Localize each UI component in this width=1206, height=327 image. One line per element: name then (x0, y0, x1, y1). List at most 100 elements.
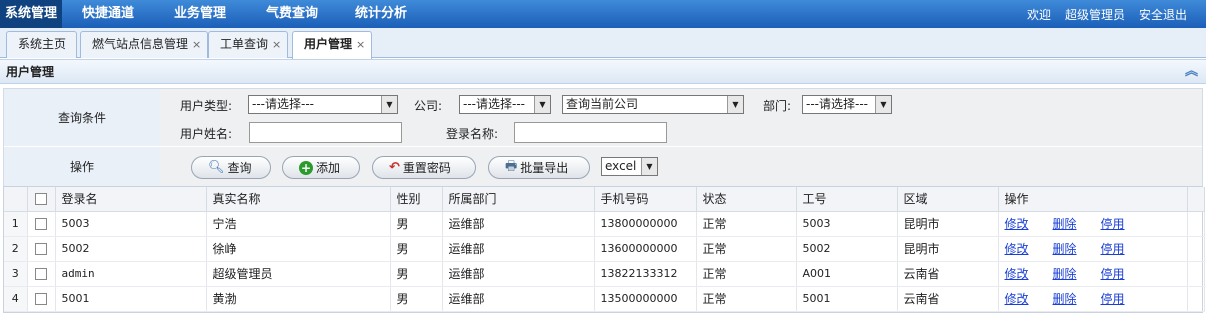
cell-real-name: 宁浩 (206, 211, 391, 237)
cell-actions: 修改 删除 停用 (998, 236, 1188, 262)
checkbox[interactable] (35, 243, 47, 255)
plus-icon: + (299, 160, 313, 175)
edit-link[interactable]: 修改 (1005, 292, 1029, 306)
cell-gender: 男 (390, 286, 443, 312)
column-header[interactable]: 所属部门 (442, 187, 595, 212)
operations-buttons: 🔍︎ 查询 + 添加 ↶ 重置密码 🖶︎ 批量导出 excel ▼ (160, 147, 1202, 186)
checkbox[interactable] (35, 268, 47, 280)
cell-status: 正常 (696, 286, 797, 312)
edit-link[interactable]: 修改 (1005, 267, 1029, 281)
cell-department: 运维部 (442, 261, 595, 287)
menu-statistics[interactable]: 统计分析 (338, 0, 424, 28)
add-button-label: 添加 (316, 161, 341, 175)
row-checkbox[interactable] (27, 211, 56, 237)
edit-link[interactable]: 修改 (1005, 217, 1029, 231)
user-name-input[interactable] (249, 122, 402, 143)
tab-label: 用户管理 (304, 37, 353, 51)
scrollbar-spacer (1187, 261, 1205, 287)
query-form: 查询条件 用户类型: ---请选择--- ▼ 公司: ---请选择--- ▼ 查… (3, 88, 1203, 187)
logout-link[interactable]: 安全退出 (1139, 6, 1187, 23)
column-header[interactable]: 手机号码 (594, 187, 697, 212)
tab-gas-station-info[interactable]: 燃气站点信息管理 × (80, 31, 209, 58)
checkbox[interactable] (35, 293, 47, 305)
query-button-label: 查询 (227, 161, 252, 175)
cell-status: 正常 (696, 261, 797, 287)
menu-shortcuts[interactable]: 快捷通道 (62, 0, 154, 28)
user-type-label: 用户类型: (180, 99, 233, 113)
batch-export-button[interactable]: 🖶︎ 批量导出 (488, 156, 590, 179)
tab-user-management[interactable]: 用户管理 × (292, 31, 373, 59)
tab-label: 燃气站点信息管理 (92, 37, 189, 51)
disable-link[interactable]: 停用 (1101, 242, 1125, 256)
login-name-label: 登录名称: (446, 127, 499, 141)
cell-department: 运维部 (442, 286, 595, 312)
column-header: 操作 (998, 187, 1188, 212)
menu-gas-fee-query[interactable]: 气费查询 (246, 0, 338, 28)
column-header[interactable]: 工号 (796, 187, 898, 212)
cell-real-name: 黄渤 (206, 286, 391, 312)
table-body: 1 5003 宁浩男运维部 13800000000 正常 5003 昆明市 修改 删除 停用 2 50… (4, 211, 1205, 312)
delete-link[interactable]: 删除 (1053, 267, 1077, 281)
checkbox[interactable] (35, 218, 47, 230)
table-row[interactable]: 2 5002 徐峥男运维部 13600000000 正常 5002 昆明市 修改 删除 停用 (4, 236, 1205, 262)
department-select[interactable]: ---请选择--- ▼ (802, 95, 892, 114)
cell-status: 正常 (696, 236, 797, 262)
delete-link[interactable]: 删除 (1053, 292, 1077, 306)
magnifier-icon: 🔍︎ (208, 160, 225, 175)
row-checkbox[interactable] (27, 236, 56, 262)
cell-area: 昆明市 (897, 236, 999, 262)
disable-link[interactable]: 停用 (1101, 292, 1125, 306)
company-value: ---请选择--- (463, 97, 525, 111)
scrollbar-spacer (1187, 236, 1205, 262)
column-header[interactable]: 状态 (696, 187, 797, 212)
welcome-text: 欢迎 (1026, 7, 1051, 22)
column-header[interactable]: 真实名称 (206, 187, 391, 212)
row-number: 4 (4, 286, 28, 312)
operations-label: 操作 (4, 147, 160, 186)
panel-title: 用户管理 (6, 65, 55, 79)
cell-status: 正常 (696, 211, 797, 237)
add-button[interactable]: + 添加 (282, 156, 360, 179)
company-label: 公司: (414, 99, 443, 113)
table-row[interactable]: 1 5003 宁浩男运维部 13800000000 正常 5003 昆明市 修改 删除 停用 (4, 211, 1205, 237)
table-row[interactable]: 3 admin 超级管理员男运维部 13822133312 正常 A001 云南省 修改 删除 停… (4, 261, 1205, 287)
tab-home[interactable]: 系统主页 (6, 31, 78, 58)
checkbox[interactable] (35, 193, 47, 206)
scrollbar-spacer (1187, 187, 1205, 212)
menu-business-management[interactable]: 业务管理 (154, 0, 246, 28)
cell-employee-no: 5002 (796, 236, 898, 262)
delete-link[interactable]: 删除 (1053, 217, 1077, 231)
company-scope-select[interactable]: 查询当前公司 ▼ (562, 95, 744, 114)
cell-phone: 13822133312 (594, 261, 697, 287)
export-format-select[interactable]: excel ▼ (601, 157, 658, 176)
close-icon[interactable]: × (272, 38, 281, 51)
edit-link[interactable]: 修改 (1005, 242, 1029, 256)
row-checkbox[interactable] (27, 261, 56, 287)
column-header[interactable]: 性别 (390, 187, 443, 212)
close-icon[interactable]: × (192, 38, 201, 51)
user-type-select[interactable]: ---请选择--- ▼ (248, 95, 398, 114)
disable-link[interactable]: 停用 (1101, 217, 1125, 231)
delete-link[interactable]: 删除 (1053, 242, 1077, 256)
column-header[interactable]: 登录名 (55, 187, 207, 212)
cell-gender: 男 (390, 236, 443, 262)
tab-work-order-query[interactable]: 工单查询 × (208, 31, 289, 58)
menu-system-management[interactable]: 系统管理 (0, 0, 62, 28)
select-all-checkbox[interactable] (27, 187, 56, 212)
reset-password-button[interactable]: ↶ 重置密码 (372, 156, 476, 179)
table-row[interactable]: 4 5001 黄渤男运维部 13500000000 正常 5001 云南省 修改 删除 停用 (4, 286, 1205, 312)
login-name-input[interactable] (514, 122, 667, 143)
cell-area: 昆明市 (897, 211, 999, 237)
close-icon[interactable]: × (356, 38, 365, 51)
double-chevron-up-icon[interactable]: ︽ (1185, 60, 1198, 84)
scrollbar-spacer (1187, 286, 1205, 312)
cell-actions: 修改 删除 停用 (998, 211, 1188, 237)
cell-actions: 修改 删除 停用 (998, 261, 1188, 287)
main-menu: 系统管理 快捷通道 业务管理 气费查询 统计分析 (0, 0, 424, 28)
company-select[interactable]: ---请选择--- ▼ (459, 95, 551, 114)
column-header[interactable]: 区域 (897, 187, 999, 212)
current-user[interactable]: 超级管理员 (1065, 6, 1125, 23)
row-checkbox[interactable] (27, 286, 56, 312)
query-button[interactable]: 🔍︎ 查询 (191, 156, 271, 179)
disable-link[interactable]: 停用 (1101, 267, 1125, 281)
